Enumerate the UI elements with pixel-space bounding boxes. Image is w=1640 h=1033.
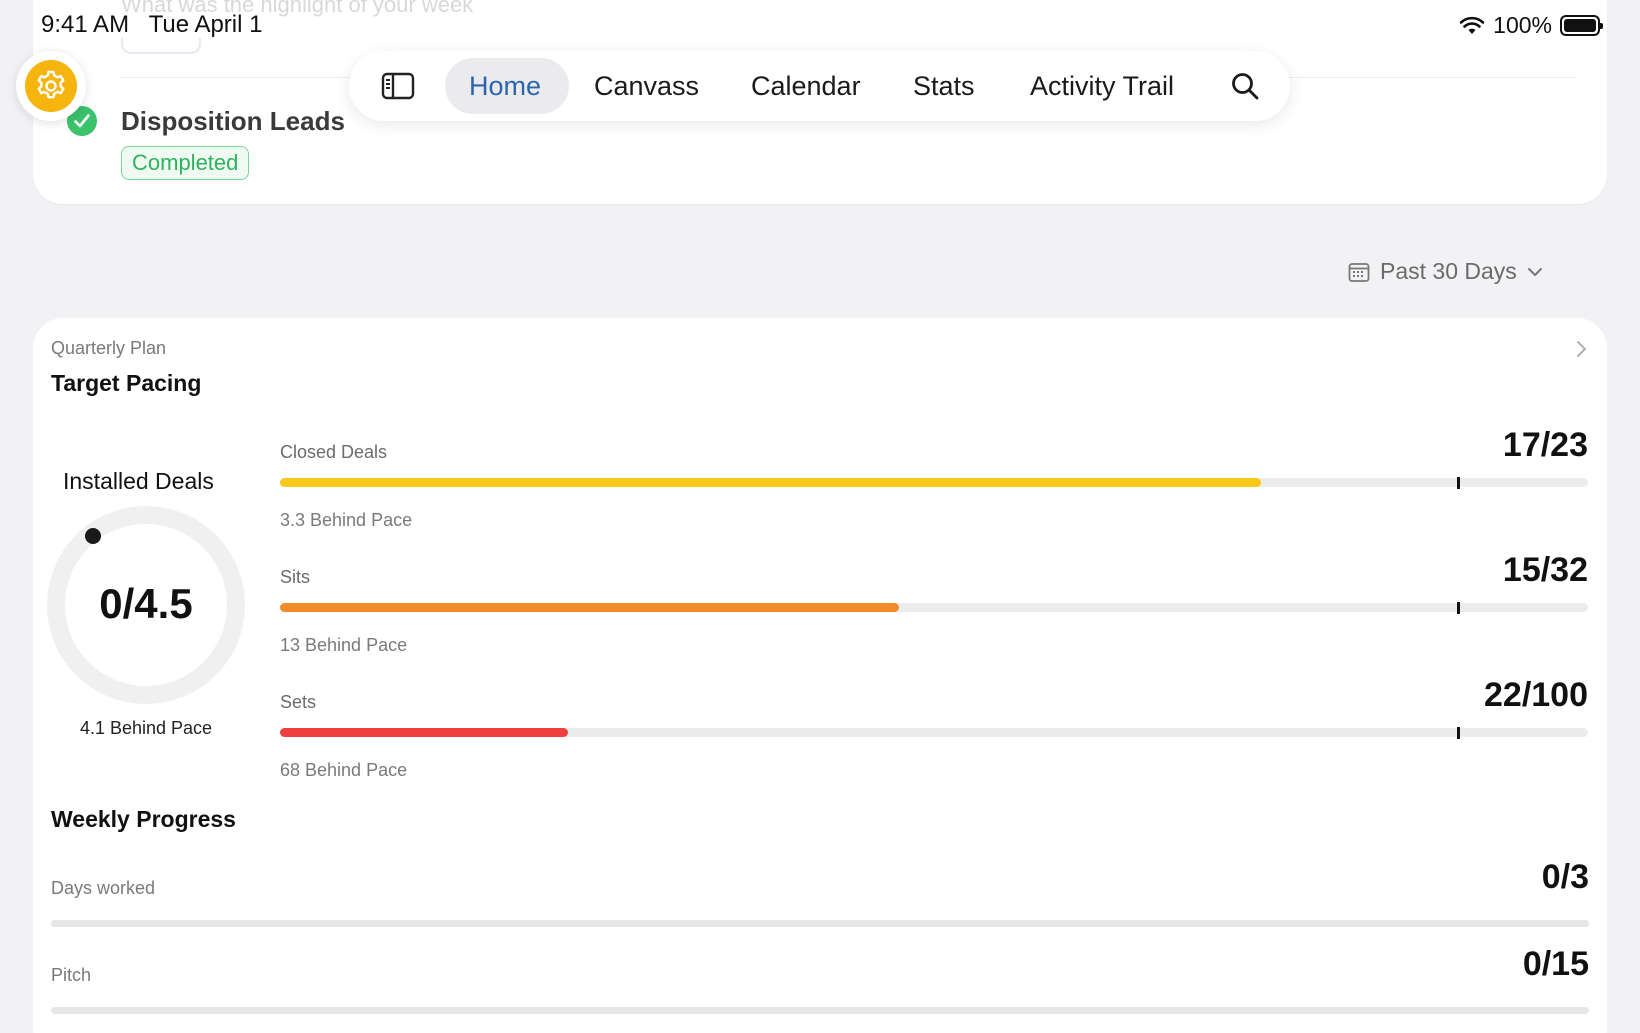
date-range-label: Past 30 Days [1380,258,1517,284]
calendar-icon [1348,262,1370,282]
card-title: Target Pacing [51,370,202,396]
weekly-row-days-worked: Days worked 0/3 [51,858,1589,928]
weekly-value: 0/15 [1522,945,1589,983]
status-indicators: 100% [1459,12,1603,39]
metric-label: Closed Deals [280,442,388,462]
progress-track [280,602,1588,614]
progress-track [280,727,1588,739]
tab-canvass[interactable]: Canvass [594,51,699,121]
clock-time: 9:41 AM [41,11,130,38]
weekly-row-pitch: Pitch 0/15 [51,945,1589,1015]
card-subtitle: Quarterly Plan [51,338,167,358]
weekly-label: Days worked [51,878,156,898]
progress-fill [280,603,899,612]
metric-sits: Sits 15/32 13 Behind Pace [280,551,1588,677]
chevron-right-icon[interactable] [1575,340,1587,358]
wifi-icon [1459,16,1485,34]
pace-marker [1457,602,1461,614]
battery-icon [1560,15,1603,36]
gear-icon [25,60,77,112]
settings-button[interactable] [16,51,86,121]
tab-stats[interactable]: Stats [913,51,975,121]
tab-calendar[interactable]: Calendar [751,51,861,121]
metric-pace: 68 Behind Pace [280,760,408,780]
search-icon[interactable] [1230,71,1260,101]
progress-fill [280,478,1261,487]
top-navigation: Home Canvass Calendar Stats Activity Tra… [349,51,1290,121]
date-range-picker[interactable]: Past 30 Days [1348,258,1543,285]
ring-progress-dot [85,528,101,544]
chevron-down-icon [1527,267,1542,276]
target-pacing-card[interactable]: Quarterly Plan Target Pacing Installed D… [33,318,1607,1033]
status-badge: Completed [121,146,250,180]
metric-value: 15/32 [1502,551,1588,589]
tab-activity-trail[interactable]: Activity Trail [1030,51,1174,121]
installed-deals-pace: 4.1 Behind Pace [79,718,213,738]
installed-deals-value: 0/4.5 [99,580,193,627]
task-title[interactable]: Disposition Leads [121,106,345,137]
progress-track [51,920,1589,927]
metric-pace: 3.3 Behind Pace [280,510,413,530]
metric-value: 22/100 [1484,676,1588,714]
weekly-progress-title: Weekly Progress [51,806,236,832]
status-bar: 9:41 AM Tue April 1 100% [0,0,1640,52]
progress-fill [280,728,568,737]
battery-percent: 100% [1493,12,1552,38]
metric-label: Sits [280,567,311,587]
weekly-value: 0/3 [1541,858,1589,896]
sidebar-toggle-icon[interactable] [381,71,415,101]
tab-home[interactable]: Home [469,51,541,121]
pace-marker [1457,727,1461,739]
metric-sets: Sets 22/100 68 Behind Pace [280,676,1588,802]
metric-label: Sets [280,692,317,712]
metric-closed-deals: Closed Deals 17/23 3.3 Behind Pace [280,426,1588,552]
clock-date: Tue April 1 [148,11,263,38]
weekly-label: Pitch [51,965,92,985]
progress-track [51,1007,1589,1014]
metric-pace: 13 Behind Pace [280,635,408,655]
metric-value: 17/23 [1502,426,1588,464]
pace-marker [1457,477,1461,489]
installed-deals-title: Installed Deals [63,468,214,494]
progress-track [280,477,1588,489]
status-time: 9:41 AM Tue April 1 [41,11,262,39]
